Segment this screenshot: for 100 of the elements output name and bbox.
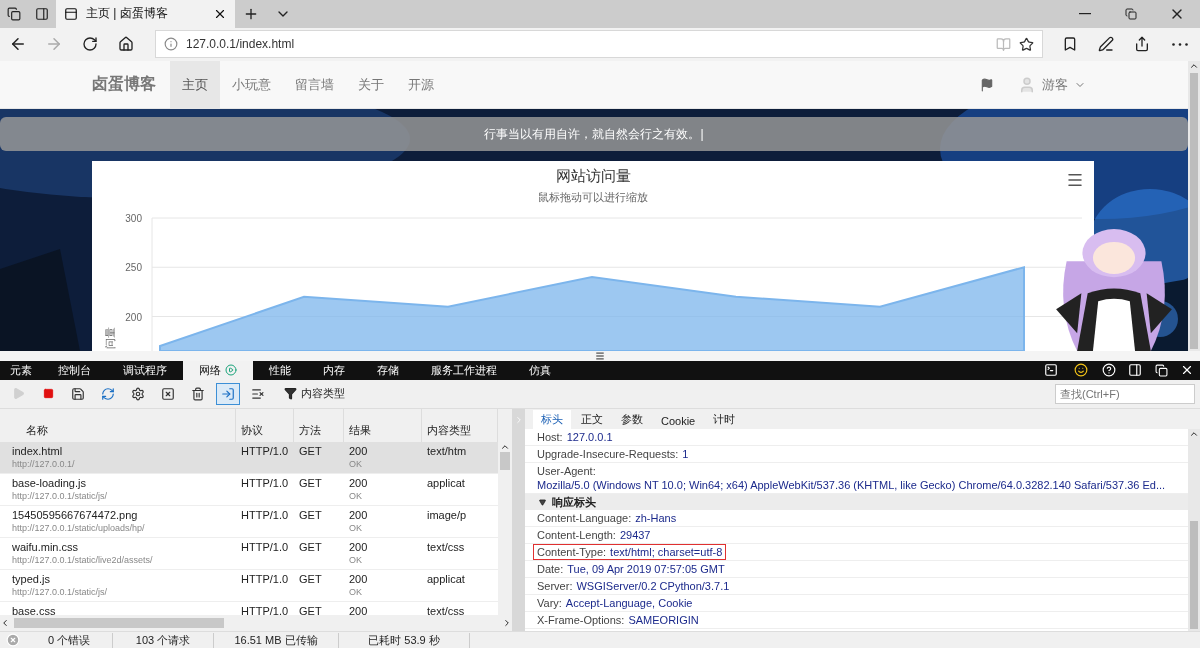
method-text: GET: [299, 445, 322, 458]
scrollbar[interactable]: [1188, 429, 1200, 632]
protocol-text: HTTP/1.0: [241, 573, 289, 586]
content-type: text/css: [427, 605, 465, 616]
devtools-tab[interactable]: 元素: [0, 361, 42, 380]
axis-title: 问量: [104, 327, 116, 349]
devtools-tab[interactable]: 性能: [253, 361, 307, 380]
nav-link[interactable]: 开源: [396, 61, 446, 108]
details-tab[interactable]: 正文: [573, 410, 611, 430]
scroll-up-icon: [1189, 61, 1199, 71]
protocol-text: HTTP/1.0: [241, 605, 289, 616]
status-code: 200: [349, 541, 368, 554]
expander-icon[interactable]: [539, 498, 546, 506]
filter-label[interactable]: 内容类型: [301, 386, 345, 402]
panel-icon: [35, 6, 49, 21]
smiley-icon: [1074, 363, 1088, 378]
file-url: http://127.0.0.1/static/uploads/hp/: [12, 523, 145, 534]
window-x-icon: [161, 387, 175, 401]
user-menu[interactable]: 游客: [1042, 75, 1068, 94]
pen-icon: [1098, 36, 1114, 53]
status-text: OK: [349, 491, 362, 502]
details-tab[interactable]: 标头: [533, 410, 571, 430]
devtools-tab[interactable]: 调试程序: [107, 361, 183, 380]
star-icon[interactable]: [1019, 36, 1034, 52]
header-value: 127.0.0.1: [566, 430, 613, 445]
nav-link[interactable]: 留言墙: [283, 61, 346, 108]
transferred-size: 16.51 MB 已传输: [214, 632, 339, 648]
play-circle-icon: [225, 364, 237, 377]
chart-subtitle: 鼠标拖动可以进行缩放: [538, 190, 648, 205]
method-text: GET: [299, 573, 322, 586]
header-name: Host:: [537, 430, 563, 445]
terminal-icon: [1044, 363, 1058, 378]
file-name: base-loading.js: [12, 477, 86, 490]
content-type: text/css: [427, 541, 465, 554]
header-value: 29437: [619, 528, 651, 543]
header-value: WSGIServer/0.2 CPython/3.7.1: [576, 579, 730, 594]
help-icon: [1102, 363, 1116, 378]
stop-icon: [42, 388, 54, 400]
details-tab[interactable]: 计时: [705, 410, 744, 430]
filter-icon[interactable]: [284, 387, 297, 401]
url-text: 127.0.0.1/index.html: [186, 37, 296, 52]
scroll-left-icon: [0, 618, 10, 629]
site-brand[interactable]: 卤蛋博客: [92, 74, 156, 95]
nav-link[interactable]: 小玩意: [220, 61, 283, 108]
file-url: http://127.0.0.1/static/js/: [12, 587, 108, 598]
address-field[interactable]: 127.0.0.1/index.html: [155, 30, 1043, 59]
bookmark-icon: [1062, 36, 1078, 53]
enter-icon: [221, 387, 235, 401]
flag-icon[interactable]: [980, 77, 994, 92]
tab-title: 主页 | 卤蛋博客: [86, 5, 169, 23]
search-field[interactable]: 查找(Ctrl+F): [1055, 384, 1195, 404]
file-name: 15450595667674472.png: [12, 509, 138, 522]
windows-icon: [1154, 363, 1168, 377]
protocol-text: HTTP/1.0: [241, 509, 289, 522]
header-name: Content-Language:: [537, 511, 632, 526]
trash-icon: [191, 387, 205, 401]
section-heading[interactable]: 响应标头: [552, 494, 596, 510]
status-code: 200: [349, 477, 368, 490]
file-url: http://127.0.0.1/static/live2d/assets/: [12, 555, 153, 566]
status-text: OK: [349, 587, 362, 598]
devtools-tab[interactable]: 仿真: [513, 361, 567, 380]
header-value: Mozilla/5.0 (Windows NT 10.0; Win64; x64) AppleWebKit/537.36 (KHTML, like Gecko) Chrome/64.0.3282.140 Safari/537.36 Ed...: [537, 478, 1166, 493]
devtools-tab[interactable]: 内存: [307, 361, 361, 380]
header-name: User-Agent:: [537, 464, 596, 479]
home-icon: [118, 36, 134, 53]
nav-link[interactable]: 关于: [346, 61, 396, 108]
restore-icon: [1125, 7, 1137, 20]
devtools-tab[interactable]: 存储: [361, 361, 415, 380]
request-row[interactable]: index.html http://127.0.0.1/ HTTP/1.0 GET 200 OK text/htm: [0, 442, 498, 475]
nav-link[interactable]: 主页: [170, 61, 220, 108]
scrollbar[interactable]: [0, 615, 512, 632]
header-name: Content-Type:: [537, 545, 607, 560]
grip-icon: [595, 351, 605, 361]
header-name: Upgrade-Insecure-Requests:: [537, 447, 679, 462]
details-tab[interactable]: 参数: [613, 410, 651, 430]
panel-icon: [1128, 363, 1142, 378]
status-code: 200: [349, 509, 368, 522]
devtools-tab[interactable]: 控制台: [42, 361, 107, 380]
status-text: OK: [349, 523, 362, 534]
content-type: text/htm: [427, 445, 467, 458]
method-text: GET: [299, 541, 322, 554]
error-icon: [6, 633, 20, 648]
menu-button[interactable]: [1066, 171, 1084, 189]
header-value: 1: [682, 447, 689, 462]
header-value: Accept-Language, Cookie: [565, 596, 693, 611]
details-tab[interactable]: Cookie: [653, 413, 704, 430]
header-name: Content-Length:: [537, 528, 616, 543]
header-name: Date:: [537, 562, 564, 577]
browser-tab[interactable]: 主页 | 卤蛋博客: [56, 0, 235, 28]
content-type: applicat: [427, 477, 465, 490]
devtools-tab[interactable]: 网络: [183, 361, 253, 380]
method-text: GET: [299, 509, 322, 522]
axis-tick-label: 200: [125, 311, 142, 323]
content-type: image/p: [427, 509, 467, 522]
scroll-right-icon: [502, 618, 512, 629]
devtools-tab[interactable]: 服务工作进程: [415, 361, 513, 380]
menu-icon: [1066, 171, 1084, 189]
scrollbar[interactable]: [1188, 61, 1200, 351]
axis-tick-label: 250: [125, 262, 142, 274]
status-code: 200: [349, 573, 368, 586]
